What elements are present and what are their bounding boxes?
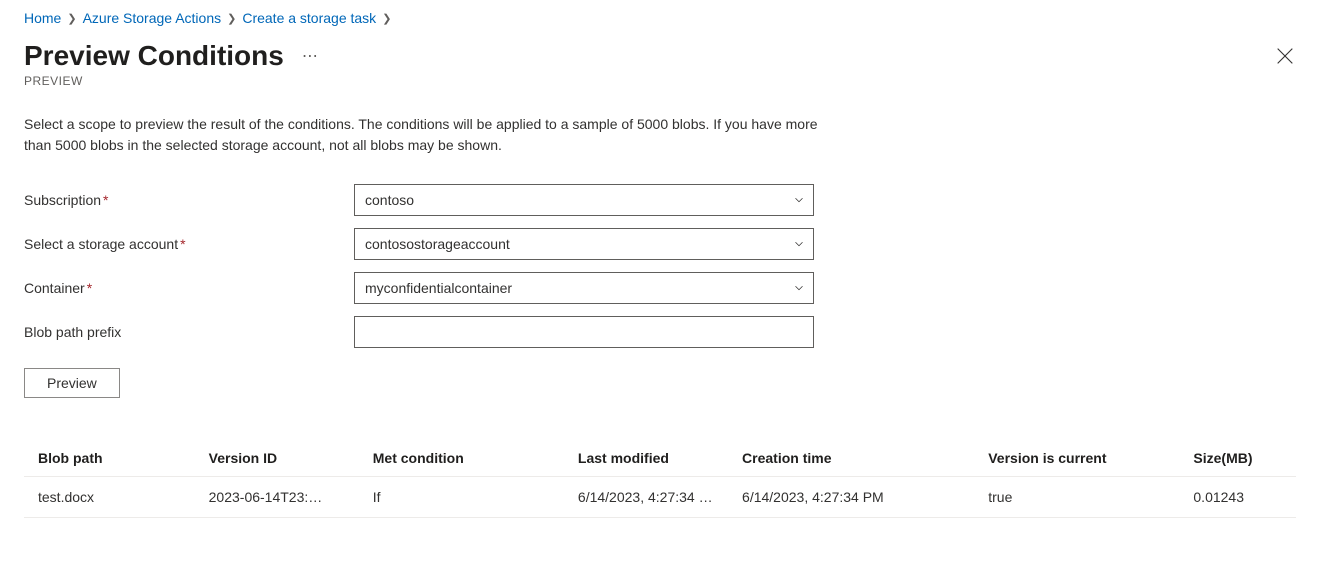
chevron-right-icon: ❯ (382, 12, 391, 25)
cell-met-condition: If (373, 477, 578, 518)
cell-blob-path: test.docx (24, 477, 209, 518)
results-table: Blob path Version ID Met condition Last … (24, 440, 1296, 518)
col-last-modified[interactable]: Last modified (578, 440, 742, 477)
blob-prefix-input[interactable] (354, 316, 814, 348)
col-blob-path[interactable]: Blob path (24, 440, 209, 477)
breadcrumb-create-storage-task[interactable]: Create a storage task (242, 10, 376, 26)
breadcrumb-azure-storage-actions[interactable]: Azure Storage Actions (83, 10, 222, 26)
col-size[interactable]: Size(MB) (1193, 440, 1296, 477)
form-row-blob-prefix: Blob path prefix (24, 316, 1296, 348)
breadcrumb: Home ❯ Azure Storage Actions ❯ Create a … (24, 10, 1296, 26)
blob-prefix-label: Blob path prefix (24, 324, 354, 340)
page-subtitle: PREVIEW (24, 74, 1296, 88)
more-icon[interactable]: ⋯ (302, 46, 319, 66)
page-title: Preview Conditions (24, 40, 284, 72)
cell-creation-time: 6/14/2023, 4:27:34 PM (742, 477, 988, 518)
page-description: Select a scope to preview the result of … (24, 114, 824, 156)
chevron-right-icon: ❯ (227, 12, 236, 25)
col-version-id[interactable]: Version ID (209, 440, 373, 477)
storage-account-label: Select a storage account* (24, 236, 354, 252)
close-icon[interactable] (1274, 45, 1296, 67)
subscription-label: Subscription* (24, 192, 354, 208)
col-version-current[interactable]: Version is current (988, 440, 1193, 477)
chevron-right-icon: ❯ (67, 12, 76, 25)
table-header-row: Blob path Version ID Met condition Last … (24, 440, 1296, 477)
storage-account-select[interactable] (354, 228, 814, 260)
preview-button[interactable]: Preview (24, 368, 120, 398)
form-row-container: Container* (24, 272, 1296, 304)
breadcrumb-home[interactable]: Home (24, 10, 61, 26)
container-label: Container* (24, 280, 354, 296)
cell-last-modified: 6/14/2023, 4:27:34 … (578, 477, 742, 518)
cell-version-id: 2023-06-14T23:… (209, 477, 373, 518)
container-select[interactable] (354, 272, 814, 304)
subscription-select[interactable] (354, 184, 814, 216)
cell-size: 0.01243 (1193, 477, 1296, 518)
form-row-storage-account: Select a storage account* (24, 228, 1296, 260)
table-row[interactable]: test.docx 2023-06-14T23:… If 6/14/2023, … (24, 477, 1296, 518)
form-row-subscription: Subscription* (24, 184, 1296, 216)
col-met-condition[interactable]: Met condition (373, 440, 578, 477)
page-header: Preview Conditions ⋯ (24, 40, 1296, 72)
cell-version-current: true (988, 477, 1193, 518)
col-creation-time[interactable]: Creation time (742, 440, 988, 477)
